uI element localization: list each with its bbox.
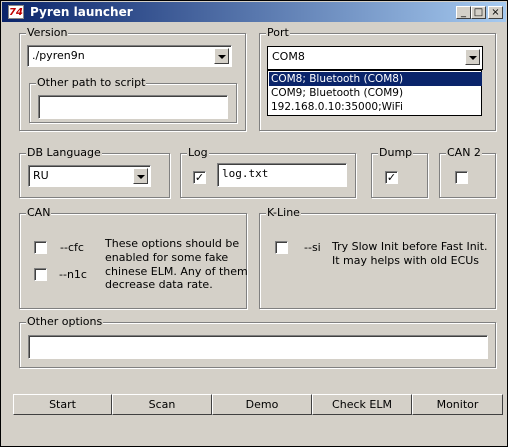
n1c-label: --n1c [59, 268, 87, 281]
can-label: CAN [26, 206, 52, 220]
dump-label: Dump [378, 146, 414, 160]
title-bar[interactable]: 74 Pyren launcher _ □ × [2, 2, 506, 22]
can2-label: CAN 2 [446, 146, 482, 160]
maximize-button[interactable]: □ [471, 6, 486, 19]
db-language-combobox[interactable]: RU [28, 165, 151, 187]
demo-button[interactable]: Demo [212, 394, 312, 415]
start-button[interactable]: Start [13, 394, 112, 415]
db-language-value: RU [33, 169, 49, 182]
port-dropdown-list[interactable]: COM8; Bluetooth (COM8) COM9; Bluetooth (… [267, 70, 482, 116]
db-language-label: DB Language [26, 146, 102, 160]
port-option[interactable]: COM8; Bluetooth (COM8) [269, 72, 482, 86]
cfc-label: --cfc [60, 241, 84, 254]
port-option[interactable]: COM9; Bluetooth (COM9) [269, 86, 482, 100]
cfc-checkbox[interactable] [34, 241, 47, 254]
dump-group: Dump [371, 146, 428, 198]
si-label: --si [304, 241, 321, 254]
kline-description-line2: It may helps with old ECUs [332, 254, 480, 267]
version-value: ./pyren9n [32, 49, 85, 62]
log-label: Log [187, 146, 209, 160]
launcher-window: 74 Pyren launcher _ □ × Version ./pyren9… [0, 0, 508, 447]
port-label: Port [266, 26, 290, 40]
check-elm-button[interactable]: Check ELM [312, 394, 412, 415]
kline-label: K-Line [266, 206, 301, 220]
other-options-input[interactable] [28, 335, 488, 359]
dump-checkbox[interactable]: ✓ [385, 171, 398, 184]
other-path-label: Other path to script [36, 76, 147, 90]
version-combobox[interactable]: ./pyren9n [27, 45, 232, 67]
can-description-line1: These options should be [105, 237, 240, 250]
n1c-checkbox[interactable] [34, 268, 47, 281]
kline-description-line1: Try Slow Init before Fast Init. [332, 240, 488, 253]
can-description-line4: decrease data rate. [105, 278, 213, 291]
minimize-button[interactable]: _ [456, 6, 471, 19]
app-icon: 74 [8, 5, 24, 19]
chevron-down-icon[interactable] [214, 48, 229, 64]
log-file-input[interactable]: log.txt [217, 163, 347, 187]
close-button[interactable]: × [488, 6, 503, 19]
window-title: Pyren launcher [30, 5, 133, 19]
port-combobox[interactable]: COM8 [267, 46, 483, 70]
other-options-label: Other options [26, 315, 104, 329]
version-label: Version [26, 26, 69, 40]
si-checkbox[interactable] [275, 241, 288, 254]
chevron-down-icon[interactable] [465, 49, 480, 65]
log-file-value: log.txt [222, 167, 269, 180]
can-description-line2: enabled for some fake [105, 251, 229, 264]
chevron-down-icon[interactable] [133, 168, 148, 184]
scan-button[interactable]: Scan [112, 394, 212, 415]
port-option[interactable]: 192.168.0.10:35000;WiFi [269, 100, 482, 114]
other-path-input[interactable] [38, 95, 228, 119]
log-checkbox[interactable]: ✓ [193, 171, 206, 184]
monitor-button[interactable]: Monitor [412, 394, 503, 415]
can-description-line3: chinese ELM. Any of them [105, 265, 248, 278]
port-value: COM8 [272, 50, 305, 63]
can2-checkbox[interactable] [455, 171, 468, 184]
